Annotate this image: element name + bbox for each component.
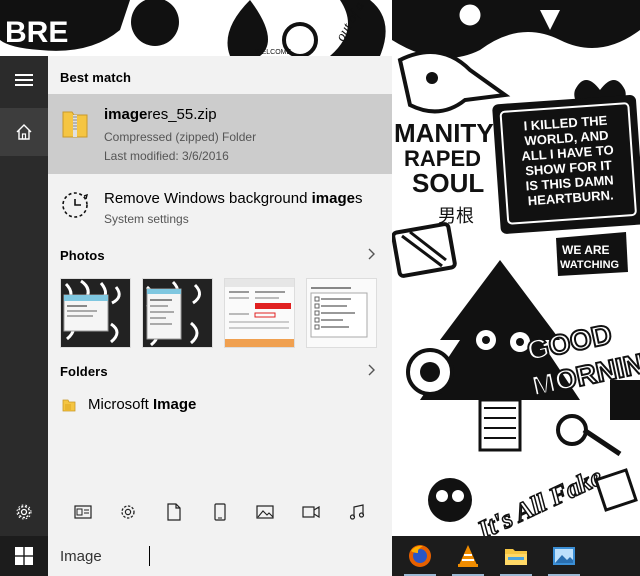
best-match-title: imageres_55.zip bbox=[104, 106, 217, 123]
videos-filter-button[interactable] bbox=[300, 501, 322, 523]
home-icon bbox=[16, 124, 32, 140]
photos-app-icon bbox=[553, 547, 575, 565]
folder-item-label-pre: Microsoft bbox=[88, 396, 154, 413]
tablet-filter-icon bbox=[214, 503, 226, 521]
vanity-line3: SOUL bbox=[412, 168, 484, 198]
photo-preview-image bbox=[143, 279, 212, 347]
vlc-icon bbox=[458, 545, 478, 567]
start-button[interactable] bbox=[0, 536, 48, 576]
best-match-modified: Last modified: 3/6/2016 bbox=[104, 149, 229, 163]
text-caret bbox=[149, 546, 150, 566]
photos-filter-icon bbox=[256, 505, 274, 519]
home-button[interactable] bbox=[0, 108, 48, 156]
folders-heading: Folders bbox=[60, 364, 108, 379]
remove-bg-title-post: s bbox=[354, 190, 363, 207]
documents-filter-button[interactable] bbox=[163, 501, 185, 523]
folder-item-label-bold: Image bbox=[153, 396, 197, 413]
hamburger-menu-button[interactable] bbox=[0, 56, 48, 104]
remove-bg-sub: System settings bbox=[104, 212, 189, 226]
settings-button[interactable] bbox=[0, 488, 48, 536]
file-explorer-taskbar-button[interactable] bbox=[492, 536, 540, 576]
photo-preview-image bbox=[225, 279, 294, 347]
firefox-icon bbox=[409, 545, 431, 567]
hamburger-menu-icon bbox=[15, 74, 33, 86]
best-match-title-bold: image bbox=[104, 106, 148, 123]
photos-taskbar-button[interactable] bbox=[540, 536, 588, 576]
zip-folder-icon bbox=[62, 111, 88, 138]
folders-section-header[interactable]: Folders bbox=[48, 356, 392, 384]
chevron-right-icon bbox=[368, 248, 375, 260]
remove-background-images-item[interactable]: Remove Windows background images System … bbox=[48, 180, 392, 232]
vanity-line1: MANITY bbox=[394, 118, 494, 148]
best-match-title-rest: res_55.zip bbox=[147, 106, 217, 123]
best-match-item[interactable]: imageres_55.zip Compressed (zipped) Fold… bbox=[48, 94, 392, 174]
settings-filter-button[interactable] bbox=[117, 501, 139, 523]
search-input[interactable] bbox=[60, 544, 370, 568]
remove-bg-title: Remove Windows background images bbox=[104, 190, 362, 207]
vlc-taskbar-button[interactable] bbox=[444, 536, 492, 576]
welcome-text: WELCOME bbox=[255, 49, 292, 56]
settings-gear-icon bbox=[16, 504, 32, 520]
start-menu-rail bbox=[0, 56, 48, 536]
settings-filter-icon bbox=[121, 505, 135, 519]
photo-thumbnail-3[interactable] bbox=[224, 278, 295, 348]
file-explorer-icon bbox=[505, 549, 527, 565]
watching-line1: WE ARE bbox=[562, 243, 610, 257]
folder-item-label: Microsoft Image bbox=[88, 396, 196, 413]
remove-bg-title-bold: image bbox=[311, 190, 355, 207]
best-match-heading: Best match bbox=[60, 70, 132, 85]
svg-text:BRE: BRE bbox=[5, 16, 68, 49]
search-box[interactable] bbox=[48, 536, 392, 576]
photos-heading: Photos bbox=[60, 248, 105, 263]
photo-thumbnail-2[interactable] bbox=[142, 278, 213, 348]
apps-filter-button[interactable] bbox=[72, 501, 94, 523]
chevron-right-icon bbox=[368, 364, 375, 376]
photos-filter-button[interactable] bbox=[254, 501, 276, 523]
dashed-circle-sync-icon bbox=[62, 192, 88, 218]
photo-preview-image bbox=[307, 279, 376, 347]
remove-bg-title-pre: Remove Windows background bbox=[104, 190, 312, 207]
best-match-type: Compressed (zipped) Folder bbox=[104, 130, 257, 144]
start-windows-icon bbox=[15, 547, 33, 565]
firefox-taskbar-button[interactable] bbox=[396, 536, 444, 576]
photo-preview-image bbox=[61, 279, 130, 347]
documents-filter-icon bbox=[167, 503, 181, 521]
tablet-filter-button[interactable] bbox=[209, 501, 231, 523]
music-filter-icon bbox=[349, 504, 365, 520]
search-results-panel: Best match imageres_55.zip Compressed (z… bbox=[48, 56, 392, 536]
apps-filter-icon bbox=[74, 505, 92, 519]
photo-thumbnail-4[interactable] bbox=[306, 278, 377, 348]
videos-filter-icon bbox=[302, 506, 320, 518]
music-filter-button[interactable] bbox=[346, 501, 368, 523]
folder-item-microsoft-image[interactable]: Microsoft Image bbox=[48, 390, 392, 420]
photos-section-header[interactable]: Photos bbox=[48, 240, 392, 268]
folder-icon bbox=[62, 399, 76, 412]
watching-line2: WATCHING bbox=[560, 259, 619, 271]
category-filter-bar bbox=[48, 488, 392, 536]
photo-thumbnail-1[interactable] bbox=[60, 278, 131, 348]
